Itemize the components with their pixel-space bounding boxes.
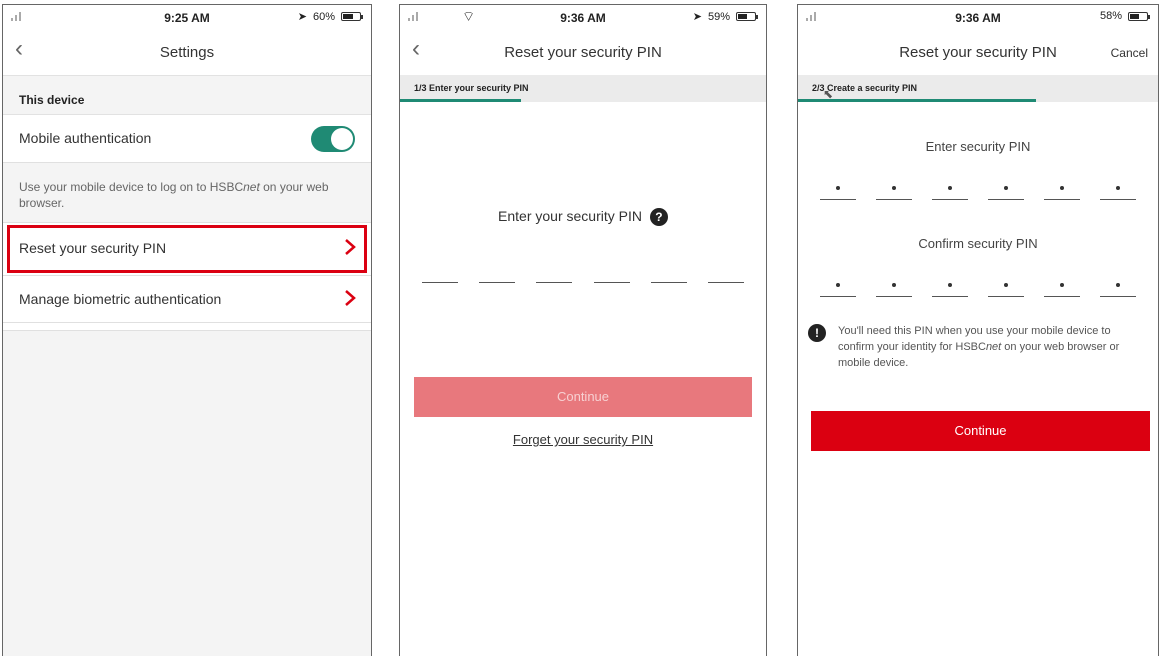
pin-digit <box>650 282 687 283</box>
pin-digit <box>422 282 458 283</box>
enter-pin-input[interactable] <box>820 186 1136 200</box>
pin-digit <box>988 186 1024 200</box>
pin-digit <box>707 282 744 283</box>
battery-icon <box>736 12 758 21</box>
chevron-right-icon <box>343 237 357 257</box>
mobile-authentication-label: Mobile authentication <box>19 130 152 146</box>
location-arrow-icon: ➤ <box>692 11 702 23</box>
battery-icon <box>1128 11 1150 21</box>
section-header: This device <box>3 75 371 115</box>
status-bar: ⌔ 9:36 AM ➤ 59% <box>400 5 766 29</box>
pin-digit <box>1100 186 1136 200</box>
mobile-authentication-description: Use your mobile device to log on to HSBC… <box>3 163 371 223</box>
mobile-authentication-toggle[interactable] <box>311 126 355 152</box>
info-icon: ! <box>808 324 826 342</box>
status-bar: 9:25 AM ➤ 60% <box>3 5 371 29</box>
pin-digit <box>932 186 968 200</box>
pin-info-note: ! You'll need this PIN when you use your… <box>808 323 1148 371</box>
reset-security-pin-label: Reset your security PIN <box>19 240 167 256</box>
pin-digit <box>593 282 630 283</box>
battery-percent: 58% <box>1099 10 1122 22</box>
continue-button[interactable]: Continue <box>811 411 1150 451</box>
manage-biometric-label: Manage biometric authentication <box>19 291 222 307</box>
step-indicator: 1/3 Enter your security PIN <box>400 75 766 102</box>
create-pin-screen: 9:36 AM 58% Reset your security PIN Canc… <box>797 4 1159 656</box>
continue-button[interactable]: Continue <box>414 377 752 417</box>
nav-bar: ‹ Settings <box>3 29 371 75</box>
info-text: You'll need this PIN when you use your m… <box>838 325 1120 369</box>
pin-digit <box>1100 283 1136 297</box>
pin-prompt: Enter your security PIN? <box>400 208 766 227</box>
status-bar: 9:36 AM 58% <box>798 5 1158 29</box>
nav-bar: Reset your security PIN Cancel <box>798 29 1158 75</box>
pin-digit <box>820 186 856 200</box>
pin-digit <box>1044 186 1080 200</box>
step-indicator: 2/3 Create a security PIN <box>798 75 1158 102</box>
location-arrow-icon: ➤ <box>297 11 307 23</box>
reset-security-pin-item[interactable]: Reset your security PIN <box>7 225 367 273</box>
empty-area <box>3 330 371 656</box>
pin-digit <box>876 283 912 297</box>
step-progress-bar <box>400 99 521 102</box>
pin-digit <box>876 186 912 200</box>
pin-digit <box>479 282 516 283</box>
page-title: Reset your security PIN <box>504 44 662 61</box>
pin-digit <box>536 282 573 283</box>
chevron-right-icon <box>343 288 357 308</box>
help-icon[interactable]: ? <box>649 208 668 227</box>
settings-screen: 9:25 AM ➤ 60% ‹ Settings This device Mob… <box>2 4 372 656</box>
battery-percent: 60% <box>312 10 335 23</box>
pin-digit <box>932 283 968 297</box>
forgot-pin-link[interactable]: Forget your security PIN <box>400 432 766 447</box>
page-title: Settings <box>159 44 215 61</box>
manage-biometric-item[interactable]: Manage biometric authentication <box>3 275 371 323</box>
mobile-authentication-row: Mobile authentication <box>3 115 371 163</box>
confirm-pin-input[interactable] <box>820 283 1136 297</box>
enter-pin-screen: ⌔ 9:36 AM ➤ 59% ‹ Reset your security PI… <box>399 4 767 656</box>
page-title: Reset your security PIN <box>899 44 1057 61</box>
step-progress-bar <box>798 99 1036 102</box>
cancel-button[interactable]: Cancel <box>1111 46 1148 60</box>
enter-pin-label: Enter security PIN <box>925 139 1031 154</box>
pin-digit <box>1044 283 1080 297</box>
pin-input[interactable] <box>422 282 744 283</box>
pin-digit <box>988 283 1024 297</box>
step-label: 1/3 Enter your security PIN <box>414 83 529 93</box>
nav-bar: ‹ Reset your security PIN <box>400 29 766 75</box>
mouse-cursor-icon: ⬉ <box>823 87 834 101</box>
battery-icon <box>341 12 363 21</box>
pin-digit <box>820 283 856 297</box>
battery-percent: 59% <box>707 10 730 23</box>
confirm-pin-label: Confirm security PIN <box>918 236 1038 251</box>
